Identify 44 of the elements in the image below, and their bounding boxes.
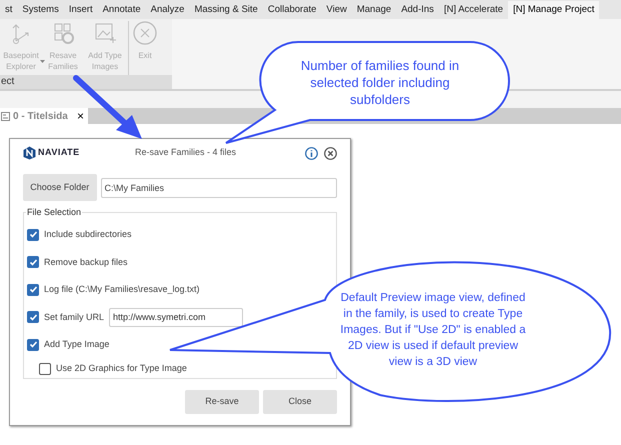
ribbon-tab[interactable]: Analyze [146, 1, 190, 19]
url-field[interactable]: http://www.symetri.com [109, 308, 244, 327]
checkbox[interactable] [27, 311, 39, 324]
option-label: Include subdirectories [44, 228, 132, 241]
caret-icon [40, 60, 45, 63]
ribbon-tab[interactable]: Annotate [98, 1, 146, 19]
ribbon-tab[interactable]: Collaborate [262, 1, 322, 19]
hexagon-icon [23, 146, 36, 160]
option-label: Add Type Image [44, 338, 110, 351]
ribbon-tab[interactable]: Insert [64, 1, 98, 19]
picture-icon [93, 21, 117, 45]
ribbon-tab[interactable]: Add-Ins [396, 1, 439, 19]
naviate-logo: NAVIATE [23, 146, 81, 160]
document-tab[interactable]: 0 - Titelsida × [0, 108, 88, 124]
checkbox[interactable] [39, 363, 51, 375]
dialog-title: Re-save Families - 4 files [135, 146, 236, 160]
option-label: Set family URL [44, 310, 104, 324]
dialog-button[interactable]: Close [263, 390, 337, 414]
sheet-icon [1, 112, 10, 120]
dialog-button[interactable]: Re-save [185, 390, 259, 414]
folder-path-field[interactable]: C:\My Families [100, 178, 337, 198]
panel-label: ect [0, 75, 172, 89]
pointer-arrow [73, 75, 142, 139]
checkbox[interactable] [27, 256, 39, 268]
checkbox[interactable] [27, 228, 39, 241]
ribbon-tab[interactable]: [N] Manage Project [508, 1, 600, 19]
ribbon-tab[interactable]: [N] Accelerate [438, 1, 508, 19]
ribbon-tab[interactable]: Manage [352, 1, 396, 19]
callout-text: Default Preview image view, defined in the family, is used to create Type Images. But if "Use 2D" is enabled a 2D view is used if default preview view is a 3D view [339, 291, 527, 370]
info-icon[interactable] [305, 146, 318, 160]
ribbon-tab[interactable]: st [0, 1, 18, 19]
choose-folder-button[interactable]: Choose Folder [23, 174, 97, 201]
ribbon-tab[interactable]: Systems [17, 1, 64, 19]
option-label: Log file (C:\My Families\resave_log.txt) [44, 283, 200, 296]
checkbox[interactable] [27, 284, 39, 296]
close-tab-button[interactable]: × [76, 107, 87, 125]
checkbox[interactable] [27, 338, 39, 351]
option-label: Use 2D Graphics for Type Image [56, 362, 187, 376]
ribbon-tab[interactable]: Massing & Site [189, 1, 263, 19]
callout-text: Number of families found in selected folder including subfolders [300, 57, 460, 108]
close-icon[interactable] [324, 146, 337, 160]
close-circle-icon [133, 21, 157, 45]
ribbon-tab[interactable]: View [321, 1, 352, 19]
option-label: Remove backup files [44, 256, 128, 269]
